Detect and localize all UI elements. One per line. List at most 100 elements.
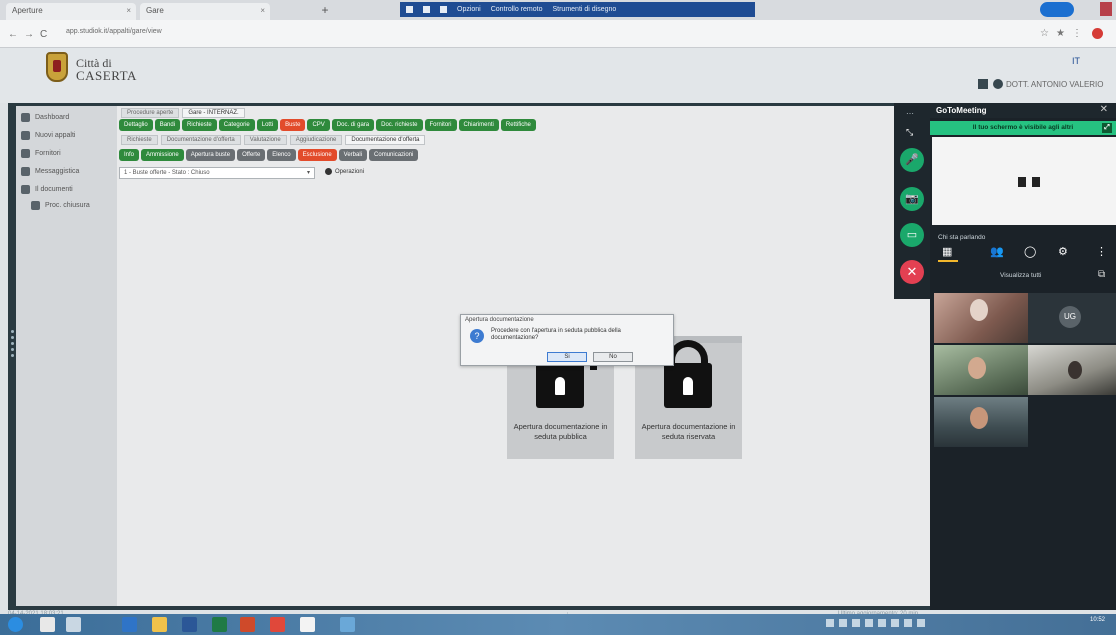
tray-icon[interactable] xyxy=(826,619,834,627)
info-icon[interactable] xyxy=(440,6,447,13)
section-tab[interactable]: Apertura buste xyxy=(185,149,236,161)
end-meeting-button[interactable]: ✕ xyxy=(900,260,924,284)
participant-avatar[interactable]: UG xyxy=(1059,306,1081,328)
tray-icon[interactable] xyxy=(891,619,899,627)
reload-icon[interactable]: C xyxy=(40,29,47,40)
section-tab[interactable]: Bandi xyxy=(154,119,181,131)
excel-icon[interactable] xyxy=(212,617,227,632)
microphone-button[interactable]: 🎤 xyxy=(900,148,924,172)
collapse-icon[interactable]: ⤢ xyxy=(1102,123,1112,133)
pause-share-icon[interactable] xyxy=(423,6,430,13)
screen-share-button[interactable]: ▭ xyxy=(900,223,924,247)
share-menu-draw[interactable]: Strumenti di disegno xyxy=(552,6,616,13)
more-options-icon[interactable]: ⋮ xyxy=(1096,245,1107,258)
section-tab[interactable]: Rettifiche xyxy=(500,119,536,131)
user-icon[interactable] xyxy=(993,79,1003,89)
camera-button[interactable]: 📷 xyxy=(900,187,924,211)
section-tab[interactable]: Chiarimenti xyxy=(458,119,499,131)
more-icon[interactable]: ⋯ xyxy=(906,109,914,118)
settings-icon[interactable]: ⚙ xyxy=(1058,245,1068,258)
participants-icon[interactable]: 👥 xyxy=(990,245,1004,258)
section-tab[interactable]: Fornitori xyxy=(424,119,457,131)
tray-icon[interactable] xyxy=(852,619,860,627)
section-tab[interactable]: Esclusione xyxy=(297,149,337,161)
tray-icon[interactable] xyxy=(865,619,873,627)
sidebar-item-messaggistica[interactable]: Messaggistica xyxy=(16,164,117,178)
taskbar-app-icon[interactable] xyxy=(340,617,355,632)
powerpoint-icon[interactable] xyxy=(240,617,255,632)
breadcrumb-item[interactable]: Documentazione d'offerta xyxy=(345,135,426,145)
view-all-dropdown[interactable]: Visualizza tutti xyxy=(1000,272,1041,279)
new-tab-button[interactable]: + xyxy=(318,3,332,17)
grid-view-icon[interactable]: ▦ xyxy=(942,245,952,258)
section-tab[interactable]: Categorie xyxy=(218,119,255,131)
menu-icon[interactable]: ⋮ xyxy=(1072,28,1082,39)
close-icon[interactable]: ✕ xyxy=(1100,104,1108,115)
taskbar-app-icon[interactable] xyxy=(66,617,81,632)
section-tab[interactable]: Verbali xyxy=(338,149,368,161)
sidebar-item-dashboard[interactable]: Dashboard xyxy=(16,110,117,124)
tray-icon[interactable] xyxy=(904,619,912,627)
meeting-logo[interactable]: GoToMeeting xyxy=(936,106,987,115)
status-filter-select[interactable]: 1 - Buste offerte - Stato : Chiuso ▾ xyxy=(119,167,315,179)
profile-button[interactable] xyxy=(1040,2,1074,17)
word-icon[interactable] xyxy=(182,617,197,632)
dialog-ok-button[interactable]: Si xyxy=(547,352,587,362)
breadcrumb-item[interactable]: Richieste xyxy=(121,135,158,145)
section-tab[interactable]: Comunicazioni xyxy=(369,149,419,161)
tray-icon[interactable] xyxy=(878,619,886,627)
taskbar-app-icon[interactable] xyxy=(122,617,137,632)
window-close-button[interactable] xyxy=(1100,2,1112,16)
dialog-cancel-button[interactable]: No xyxy=(593,352,633,362)
shared-screen-preview[interactable] xyxy=(932,137,1116,225)
section-tab[interactable]: Ammissione xyxy=(141,149,184,161)
tray-icon[interactable] xyxy=(839,619,847,627)
url-field[interactable]: app.studiok.it/appalti/gare/view xyxy=(66,28,162,35)
stop-share-icon[interactable] xyxy=(406,6,413,13)
section-tab[interactable]: CPV xyxy=(307,119,330,131)
section-tab[interactable]: Info xyxy=(119,149,140,161)
sidebar-item-documenti[interactable]: Il documenti xyxy=(16,182,117,196)
sidebar-toggle-handle[interactable] xyxy=(9,330,15,380)
participant-video-tile[interactable] xyxy=(934,293,1028,343)
tray-icon[interactable] xyxy=(917,619,925,627)
breadcrumb-item[interactable]: Procedure aperte xyxy=(121,108,180,118)
sidebar-item-nuovi-appalti[interactable]: Nuovi appalti xyxy=(16,128,117,142)
operations-menu[interactable]: Operazioni xyxy=(325,168,364,175)
popout-icon[interactable]: ⧉ xyxy=(1098,269,1105,280)
section-tab[interactable]: Doc. richieste xyxy=(376,119,423,131)
sidebar-subitem-chiusura[interactable]: Proc. chiusura xyxy=(26,198,116,212)
start-button-icon[interactable] xyxy=(8,617,23,632)
taskbar-clock[interactable]: 10:52 xyxy=(1090,617,1105,624)
language-flag[interactable]: IT xyxy=(1072,56,1080,66)
section-tab[interactable]: Offerte xyxy=(237,149,266,161)
chrome-icon[interactable] xyxy=(300,617,315,632)
section-tab[interactable]: Dettaglio xyxy=(119,119,153,131)
browser-tab[interactable]: Aperture × xyxy=(6,3,136,20)
section-tab[interactable]: Elenco xyxy=(267,149,296,161)
participant-video-tile[interactable] xyxy=(934,345,1028,395)
breadcrumb-item[interactable]: Valutazione xyxy=(243,135,287,145)
chat-icon[interactable]: ◯ xyxy=(1024,245,1036,258)
taskbar-app-icon[interactable] xyxy=(270,617,285,632)
participant-video-tile[interactable] xyxy=(934,397,1028,447)
bookmark-icon[interactable]: ☆ xyxy=(1040,28,1049,39)
section-tab[interactable]: Richieste xyxy=(182,119,217,131)
taskbar-app-icon[interactable] xyxy=(40,617,55,632)
participant-video-tile[interactable] xyxy=(1028,345,1116,395)
extension-icon[interactable]: ★ xyxy=(1056,28,1065,39)
browser-tab[interactable]: Gare × xyxy=(140,3,270,20)
sidebar-item-fornitori[interactable]: Fornitori xyxy=(16,146,117,160)
breadcrumb-item[interactable]: Aggiudicazione xyxy=(289,135,343,145)
breadcrumb-item[interactable]: Gare - INTERNAZ. xyxy=(182,108,245,118)
forward-icon[interactable]: → xyxy=(24,29,34,40)
browser-logo-icon[interactable] xyxy=(1092,28,1103,39)
expand-icon[interactable]: ⤡ xyxy=(906,127,913,138)
section-tab[interactable]: Doc. di gara xyxy=(331,119,375,131)
taskbar-app-icon[interactable] xyxy=(152,617,167,632)
section-tab[interactable]: Buste xyxy=(280,119,306,131)
user-name[interactable]: DOTT. ANTONIO VALERIO xyxy=(1006,80,1104,89)
share-menu-options[interactable]: Opzioni xyxy=(457,6,481,13)
tab-close-icon[interactable]: × xyxy=(126,6,131,15)
share-menu-remote[interactable]: Controllo remoto xyxy=(491,6,543,13)
